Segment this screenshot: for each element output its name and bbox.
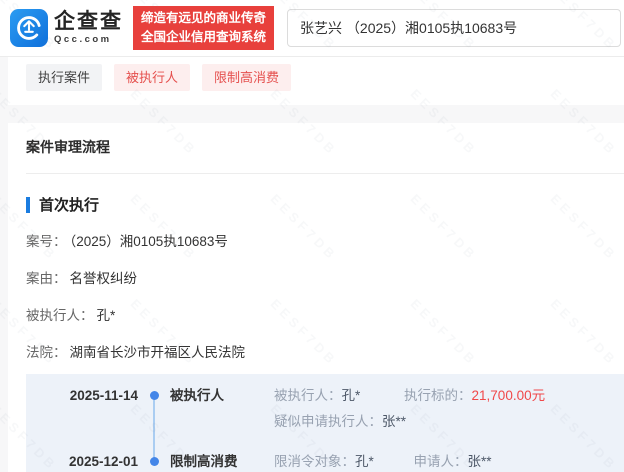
timeline-details: 被执行人：孔* 执行标的：21,700.00元 疑似申请执行人：张** (274, 386, 624, 432)
timeline-dot-icon (149, 391, 159, 400)
timeline-date: 2025-12-01 (68, 454, 138, 469)
case-process-card: 案件审理流程 首次执行 案号： （2025）湘0105执10683号 案由： 名誉权… (8, 123, 624, 472)
detail-value: 孔* (341, 388, 361, 403)
field-label: 法院： (26, 345, 67, 360)
qcc-logo-icon (10, 9, 48, 47)
top-header: 企查查 Qcc.com 缔造有远见的商业传奇 全国企业信用查询系统 (0, 0, 624, 57)
timeline-row-consumption-restriction: 2025-12-01 限制高消费 限消令对象：孔* 申请人：张** (26, 452, 624, 472)
section-title: 首次执行 (39, 197, 100, 214)
timeline-date: 2025-11-14 (69, 388, 138, 403)
qcc-logo[interactable]: 企查查 Qcc.com (10, 9, 123, 47)
search-input[interactable] (287, 9, 621, 47)
detail-label: 被执行人： (274, 388, 342, 403)
tab-bar: 执行案件 被执行人 限制高消费 (8, 57, 624, 105)
timeline-dot-col (138, 452, 170, 466)
detail-label: 申请人： (413, 454, 468, 469)
brand-domain: Qcc.com (54, 34, 112, 46)
timeline-dot-col (138, 386, 170, 400)
field-case-cause: 案由： 名誉权纠纷 (26, 269, 624, 289)
field-value: 名誉权纠纷 (69, 271, 138, 286)
tab-consumption-restriction[interactable]: 限制高消费 (202, 64, 292, 91)
timeline-event: 被执行人 (170, 388, 224, 403)
timeline-dot-icon (149, 457, 159, 466)
field-label: 案号： (26, 234, 67, 249)
detail-label: 执行标的： (404, 388, 472, 403)
tab-execution-case[interactable]: 执行案件 (26, 64, 103, 91)
detail-value: 张** (382, 414, 407, 429)
timeline-event: 限制高消费 (170, 454, 238, 469)
field-value: 湖南省长沙市开福区人民法院 (69, 345, 246, 360)
detail-label: 疑似申请执行人： (274, 414, 382, 429)
timeline-detail-line: 限消令对象：孔* 申请人：张** (274, 452, 624, 472)
field-value: （2025）湘0105执10683号 (69, 234, 228, 249)
tab-person-executed[interactable]: 被执行人 (114, 64, 191, 91)
slogan-line1: 缔造有远见的商业传奇 (141, 11, 267, 26)
section-first-execution: 首次执行 (26, 194, 624, 215)
qcc-logo-text: 企查查 Qcc.com (54, 11, 123, 45)
field-executed-person: 被执行人： 孔* (26, 306, 624, 326)
execution-amount: 21,700.00元 (471, 388, 546, 403)
brand-name: 企查查 (54, 10, 123, 34)
timeline: 2025-11-14 被执行人 被执行人：孔* 执行标的：21,700.00元 … (26, 374, 624, 472)
detail-value: 张** (467, 454, 492, 469)
field-case-number: 案号： （2025）湘0105执10683号 (26, 232, 624, 252)
field-label: 案由： (26, 271, 67, 286)
timeline-detail-line: 疑似申请执行人：张** (274, 412, 624, 432)
timeline-detail-line: 被执行人：孔* 执行标的：21,700.00元 (274, 386, 624, 406)
field-value: 孔* (96, 308, 116, 323)
section-accent-bar (26, 196, 30, 213)
field-label: 被执行人： (26, 308, 94, 323)
card-title: 案件审理流程 (26, 123, 624, 174)
detail-value: 孔* (355, 454, 374, 469)
slogan-line2: 全国企业信用查询系统 (141, 30, 267, 44)
detail-label: 限消令对象： (274, 454, 355, 469)
timeline-details: 限消令对象：孔* 申请人：张** (274, 452, 624, 472)
timeline-row-executed-person: 2025-11-14 被执行人 被执行人：孔* 执行标的：21,700.00元 … (26, 386, 624, 432)
slogan-banner: 缔造有远见的商业传奇 全国企业信用查询系统 (133, 6, 275, 50)
field-court: 法院： 湖南省长沙市开福区人民法院 (26, 343, 624, 363)
